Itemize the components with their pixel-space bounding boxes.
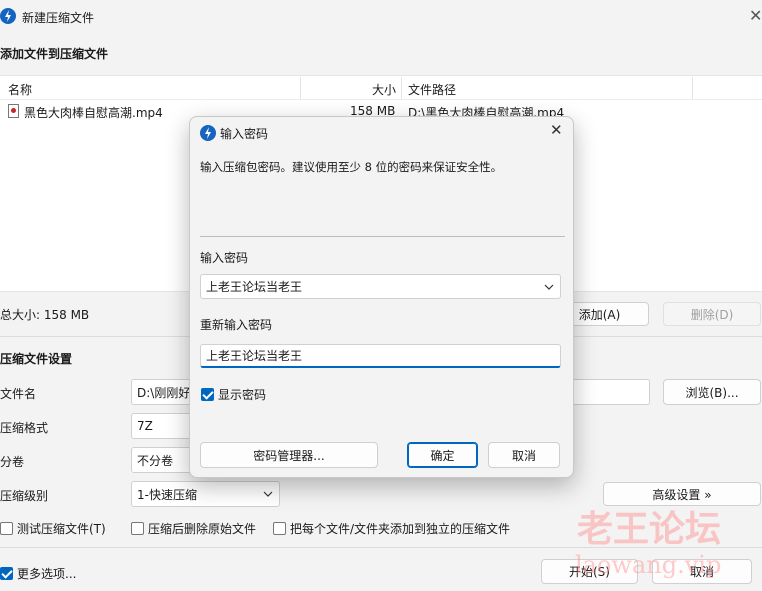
password-dialog: 输入密码 ✕ 输入压缩包密码。建议使用至少 8 位的密码来保证安全性。 输入密码… xyxy=(189,116,574,478)
split-label: 分卷 xyxy=(0,455,25,469)
level-select[interactable]: 1-快速压缩 xyxy=(131,481,280,507)
filename-label: 文件名 xyxy=(0,387,37,401)
level-value: 1-快速压缩 xyxy=(137,487,197,502)
chevron-down-icon[interactable] xyxy=(544,282,554,292)
dialog-title: 输入密码 xyxy=(220,127,269,141)
ok-button[interactable]: 确定 xyxy=(407,442,478,468)
browse-button[interactable]: 浏览(B)... xyxy=(663,379,761,405)
total-size: 总大小: 158 MB xyxy=(0,308,90,322)
delete-after-option[interactable]: 压缩后删除原始文件 xyxy=(131,520,256,537)
list-header: 名称 大小 文件路径 xyxy=(0,76,762,100)
show-password-label: 显示密码 xyxy=(218,388,267,402)
format-value: 7Z xyxy=(137,419,153,433)
level-label: 压缩级别 xyxy=(0,489,49,503)
watermark-text: 老王论坛 xyxy=(577,508,722,550)
close-icon[interactable]: ✕ xyxy=(550,121,563,139)
column-divider[interactable] xyxy=(300,77,301,99)
dialog-description: 输入压缩包密码。建议使用至少 8 位的密码来保证安全性。 xyxy=(200,160,503,174)
close-icon[interactable]: ✕ xyxy=(749,6,762,25)
more-options-label: 更多选项... xyxy=(17,567,77,581)
reenter-password-input[interactable]: 上老王论坛当老王 xyxy=(200,344,561,368)
settings-title: 压缩文件设置 xyxy=(0,352,73,366)
column-header-name[interactable]: 名称 xyxy=(8,81,32,98)
file-name: 黑色大肉棒自慰高潮.mp4 xyxy=(24,106,163,120)
split-value: 不分卷 xyxy=(137,453,174,468)
delete-button[interactable]: 删除(D) xyxy=(663,302,761,326)
reenter-value: 上老王论坛当老王 xyxy=(206,349,303,363)
separate-archives-label: 把每个文件/文件夹添加到独立的压缩文件 xyxy=(290,522,511,536)
dialog-cancel-button[interactable]: 取消 xyxy=(488,442,560,468)
column-divider[interactable] xyxy=(692,77,693,99)
test-archive-label: 测试压缩文件(T) xyxy=(17,522,106,536)
section-title: 添加文件到压缩文件 xyxy=(0,47,109,61)
show-password-option[interactable]: 显示密码 xyxy=(201,386,266,403)
video-file-icon xyxy=(8,104,19,118)
delete-after-checkbox[interactable] xyxy=(131,522,144,535)
separate-archives-checkbox[interactable] xyxy=(273,522,286,535)
reenter-label: 重新输入密码 xyxy=(200,318,273,332)
column-header-path[interactable]: 文件路径 xyxy=(408,81,456,98)
column-divider[interactable] xyxy=(401,77,402,99)
password-input[interactable]: 上老王论坛当老王 xyxy=(200,274,561,299)
show-password-checkbox[interactable] xyxy=(201,388,214,401)
password-manager-button[interactable]: 密码管理器... xyxy=(200,442,378,468)
separate-archives-option[interactable]: 把每个文件/文件夹添加到独立的压缩文件 xyxy=(273,520,510,537)
more-options-checkbox[interactable] xyxy=(0,567,13,580)
format-label: 压缩格式 xyxy=(0,421,49,435)
delete-after-label: 压缩后删除原始文件 xyxy=(148,522,257,536)
chevron-down-icon xyxy=(263,491,273,497)
test-archive-option[interactable]: 测试压缩文件(T) xyxy=(0,520,106,537)
divider xyxy=(200,236,565,237)
title-bar: 新建压缩文件 ✕ xyxy=(0,0,762,32)
password-label: 输入密码 xyxy=(200,251,249,265)
test-archive-checkbox[interactable] xyxy=(0,522,13,535)
window-title: 新建压缩文件 xyxy=(22,11,95,25)
compress-app-icon xyxy=(0,8,16,24)
more-options[interactable]: 更多选项... xyxy=(0,565,76,582)
column-header-size[interactable]: 大小 xyxy=(372,81,396,98)
watermark-url: laowang.vip xyxy=(575,551,722,579)
filename-value: D:\刚刚好 xyxy=(137,385,191,400)
password-value: 上老王论坛当老王 xyxy=(206,280,303,294)
compress-app-icon xyxy=(200,125,216,141)
